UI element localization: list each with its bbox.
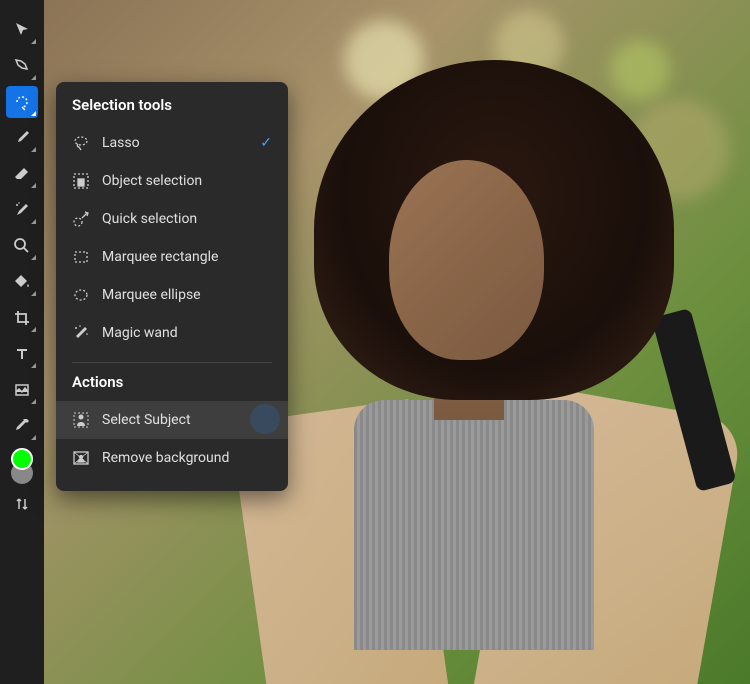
eyedropper-tool[interactable]	[6, 410, 38, 442]
flyout-action-remove-background[interactable]: Remove background	[56, 439, 288, 477]
check-icon: ✓	[260, 135, 272, 151]
marquee-rectangle-icon	[72, 248, 90, 266]
flyout-item-quick-selection[interactable]: Quick selection	[56, 200, 288, 238]
move-tool[interactable]	[6, 14, 38, 46]
eraser-tool[interactable]	[6, 158, 38, 190]
flyout-item-label: Quick selection	[102, 211, 197, 227]
remove-background-icon	[72, 449, 90, 467]
select-subject-icon	[72, 411, 90, 429]
swap-colors[interactable]	[6, 488, 38, 520]
flyout-item-marquee-rectangle[interactable]: Marquee rectangle	[56, 238, 288, 276]
flyout-item-magic-wand[interactable]: Magic wand	[56, 314, 288, 352]
flyout-item-label: Lasso	[102, 135, 140, 151]
flyout-item-label: Marquee rectangle	[102, 249, 218, 265]
object-selection-icon	[72, 172, 90, 190]
quick-selection-icon	[72, 210, 90, 228]
toolbar	[0, 0, 44, 684]
text-tool[interactable]	[6, 338, 38, 370]
flyout-divider	[72, 362, 272, 363]
flyout-item-label: Remove background	[102, 450, 229, 466]
marquee-ellipse-icon	[72, 286, 90, 304]
flyout-item-label: Marquee ellipse	[102, 287, 201, 303]
brush-tool[interactable]	[6, 122, 38, 154]
zoom-tool[interactable]	[6, 230, 38, 262]
heal-tool[interactable]	[6, 194, 38, 226]
transform-tool[interactable]	[6, 50, 38, 82]
flyout-item-label: Magic wand	[102, 325, 178, 341]
place-image-tool[interactable]	[6, 374, 38, 406]
flyout-item-label: Object selection	[102, 173, 202, 189]
crop-tool[interactable]	[6, 302, 38, 334]
flyout-item-marquee-ellipse[interactable]: Marquee ellipse	[56, 276, 288, 314]
flyout-section-header: Actions	[56, 373, 288, 401]
flyout-section-header: Selection tools	[56, 96, 288, 124]
flyout-item-label: Select Subject	[102, 412, 191, 428]
flyout-item-lasso[interactable]: Lasso ✓	[56, 124, 288, 162]
selection-flyout: Selection tools Lasso ✓ Object selection…	[56, 82, 288, 491]
foreground-color[interactable]	[11, 448, 33, 470]
fill-tool[interactable]	[6, 266, 38, 298]
magic-wand-icon	[72, 324, 90, 342]
selection-tool[interactable]	[6, 86, 38, 118]
flyout-item-object-selection[interactable]: Object selection	[56, 162, 288, 200]
cursor-indicator	[250, 404, 280, 434]
flyout-action-select-subject[interactable]: Select Subject	[56, 401, 288, 439]
lasso-icon	[72, 134, 90, 152]
